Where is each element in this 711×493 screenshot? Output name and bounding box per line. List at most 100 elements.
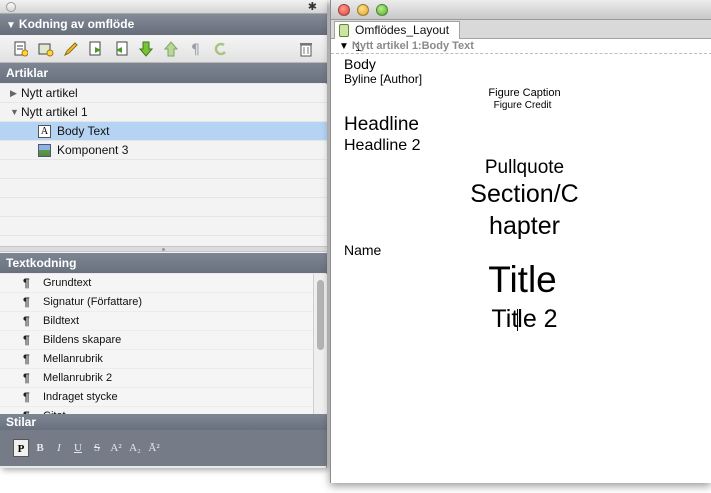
text-content-area[interactable]: Body Byline [Author] Figure Caption Figu… — [331, 54, 711, 483]
style-superior-button[interactable]: Ā² — [146, 439, 162, 457]
document-tabs: Omflödes_Layout 1 — [331, 20, 711, 54]
list-item[interactable]: ¶ Indraget stycke — [0, 388, 313, 407]
article-label: Nytt artikel 1 — [21, 105, 88, 119]
empty-row — [0, 198, 327, 217]
zoom-window-button[interactable] — [376, 4, 388, 16]
name-line: Name — [344, 242, 382, 258]
style-italic-button[interactable]: I — [51, 439, 67, 457]
title-line: Title — [488, 259, 557, 300]
close-window-button[interactable] — [338, 4, 350, 16]
section-chapter-line-1: Section/C — [470, 180, 579, 208]
pilcrow-icon: ¶ — [23, 352, 30, 366]
move-down-icon[interactable] — [137, 40, 155, 58]
text-coding-scrollbar[interactable] — [313, 274, 327, 415]
pilcrow-icon: ¶ — [23, 333, 30, 347]
move-up-icon[interactable] — [162, 40, 180, 58]
window-titlebar — [331, 0, 711, 20]
component-label: Body Text — [57, 124, 110, 138]
article-label: Nytt artikel — [21, 86, 78, 100]
collapse-triangle-icon[interactable]: ▼ — [6, 20, 16, 31]
screen: ✱ ▼ Kodning av omflöde ¶ Artiklar ▶ Nytt… — [0, 0, 711, 493]
tab-reflow-layout[interactable]: Omflödes_Layout 1 — [334, 21, 460, 54]
list-item-label: Bildens skapare — [43, 334, 122, 346]
articles-list: ▶ Nytt artikel ▼ Nytt artikel 1 A Body T… — [0, 84, 327, 255]
title-2-part-b: le 2 — [517, 305, 558, 333]
article-path-bar[interactable]: ▼ Nytt artikel 1:Body Text — [331, 39, 711, 54]
remove-from-article-icon[interactable] — [112, 40, 130, 58]
document-window: Omflödes_Layout 1 ▼ Nytt artikel 1:Body T… — [330, 0, 711, 483]
component-row-body-text[interactable]: A Body Text — [0, 122, 327, 141]
section-chapter-line-2: hapter — [489, 212, 560, 240]
list-item-label: Indraget stycke — [43, 391, 118, 403]
headline-line: Headline — [344, 114, 419, 135]
article-row-nytt-artikel-1[interactable]: ▼ Nytt artikel 1 — [0, 103, 327, 122]
new-article-icon[interactable] — [12, 40, 30, 58]
style-strikethrough-button[interactable]: S — [89, 439, 105, 457]
splitter-grip-icon — [162, 248, 165, 251]
list-item-label: Bildtext — [43, 315, 80, 327]
style-underline-button[interactable]: U — [70, 439, 86, 457]
palette-toolbar: ¶ — [0, 35, 327, 63]
reflow-coding-palette: ✱ ▼ Kodning av omflöde ¶ Artiklar ▶ Nytt… — [0, 0, 327, 468]
pilcrow-icon: ¶ — [23, 276, 30, 290]
text-coding-list: ¶ Grundtext ¶ Signatur (Författare) ¶ Bildt… — [0, 274, 313, 415]
figure-credit-line: Figure Credit — [493, 100, 552, 111]
panel-splitter[interactable] — [0, 246, 327, 252]
figure-caption-line: Figure Caption — [488, 87, 561, 99]
palette-titlebar: ✱ — [0, 0, 327, 14]
disclosure-down-icon[interactable]: ▼ — [339, 41, 349, 52]
pilcrow-icon: ¶ — [23, 314, 30, 328]
component-label: Komponent 3 — [57, 143, 129, 157]
byline-line: Byline [Author] — [344, 72, 423, 86]
minimize-window-button[interactable] — [357, 4, 369, 16]
pullquote-line: Pullquote — [484, 157, 565, 178]
empty-row — [0, 160, 327, 179]
list-item[interactable]: ¶ Signatur (Författare) — [0, 293, 313, 312]
article-row-nytt-artikel[interactable]: ▶ Nytt artikel — [0, 84, 327, 103]
list-item-label: Mellanrubrik 2 — [43, 372, 113, 384]
title-2-part-a: Tit — [491, 305, 519, 333]
list-item-label: Signatur (Författare) — [43, 296, 143, 308]
headline-2-line: Headline 2 — [344, 137, 421, 154]
image-component-icon — [38, 144, 51, 157]
palette-title: Kodning av omflöde — [18, 17, 135, 31]
list-item-label: Grundtext — [43, 277, 92, 289]
style-plain-button[interactable]: P — [13, 439, 29, 457]
stilar-header: Stilar — [0, 414, 327, 430]
pilcrow-icon: ¶ — [23, 371, 30, 385]
textkodning-header: Textkodning — [0, 253, 327, 273]
add-to-article-icon[interactable] — [87, 40, 105, 58]
list-item[interactable]: ¶ Mellanrubrik 2 — [0, 369, 313, 388]
style-buttons: P B I U S A² A₂ Ā² — [0, 430, 327, 466]
refresh-icon[interactable] — [212, 40, 230, 58]
empty-row — [0, 217, 327, 236]
pilcrow-icon: ¶ — [23, 390, 30, 404]
gear-icon[interactable]: ✱ — [308, 0, 317, 14]
trash-icon[interactable] — [297, 40, 315, 58]
style-bold-button[interactable]: B — [32, 439, 48, 457]
pilcrow-icon[interactable]: ¶ — [187, 40, 205, 58]
list-item[interactable]: ¶ Bildens skapare — [0, 331, 313, 350]
close-icon[interactable] — [6, 2, 16, 12]
list-item-label: Mellanrubrik — [43, 353, 103, 365]
pilcrow-icon: ¶ — [23, 295, 30, 309]
list-item[interactable]: ¶ Bildtext — [0, 312, 313, 331]
svg-text:¶: ¶ — [191, 42, 200, 57]
edit-pencil-icon[interactable] — [62, 40, 80, 58]
disclosure-down-icon[interactable]: ▼ — [10, 103, 19, 122]
palette-header[interactable]: ▼ Kodning av omflöde — [0, 14, 327, 35]
style-subscript-button[interactable]: A₂ — [127, 439, 143, 457]
text-frame-icon: A — [38, 125, 51, 138]
empty-row — [0, 179, 327, 198]
list-item[interactable]: ¶ Mellanrubrik — [0, 350, 313, 369]
artiklar-header: Artiklar — [0, 63, 327, 83]
reflow-layout-icon — [339, 24, 349, 37]
disclosure-right-icon[interactable]: ▶ — [10, 84, 17, 103]
component-row-komponent-3[interactable]: Komponent 3 — [0, 141, 327, 160]
style-superscript-button[interactable]: A² — [108, 439, 124, 457]
body-line: Body — [344, 56, 376, 72]
scrollbar-thumb[interactable] — [317, 280, 324, 350]
title-2-line: Title 2 — [331, 305, 711, 334]
list-item[interactable]: ¶ Grundtext — [0, 274, 313, 293]
add-selection-icon[interactable] — [37, 40, 55, 58]
